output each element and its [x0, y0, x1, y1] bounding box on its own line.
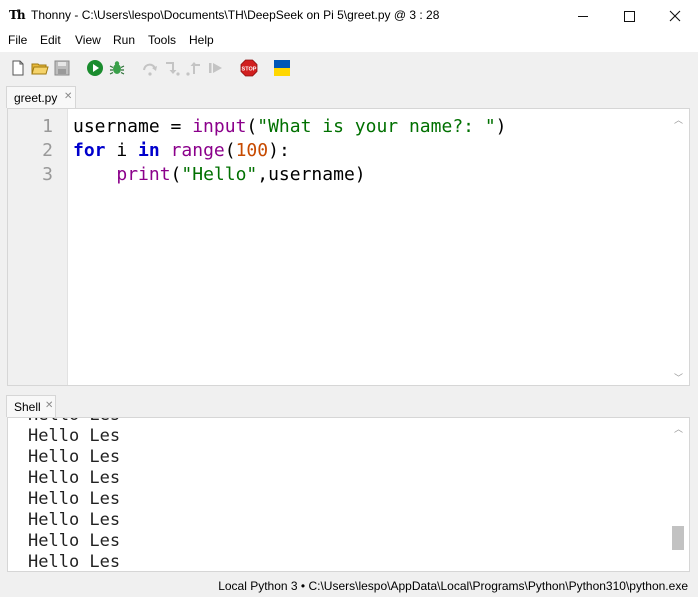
save-icon[interactable] [53, 59, 71, 77]
close-tab-icon[interactable]: ✕ [64, 91, 72, 102]
shell-line: Hello Les [28, 447, 121, 467]
tab-greet-py[interactable]: greet.py ✕ [6, 86, 76, 108]
line-number: 1 [42, 116, 53, 137]
shell-line: Hello Les [28, 418, 120, 425]
stop-icon[interactable]: STOP [240, 59, 258, 77]
resume-icon[interactable] [207, 59, 225, 77]
title-bar: Th Thonny - C:\Users\lespo\Documents\TH\… [0, 0, 698, 32]
code-editor[interactable]: 1 2 3 username = input("What is your nam… [7, 108, 690, 386]
menu-view[interactable]: View [75, 33, 101, 47]
menu-bar: File Edit View Run Tools Help [0, 32, 698, 52]
close-tab-icon[interactable]: ✕ [45, 400, 53, 411]
line-number: 3 [42, 164, 53, 185]
minimize-icon [578, 15, 588, 17]
menu-tools[interactable]: Tools [148, 33, 176, 47]
maximize-button[interactable] [606, 0, 652, 32]
run-icon[interactable] [86, 59, 104, 77]
open-folder-icon[interactable] [31, 59, 49, 77]
tab-shell[interactable]: Shell ✕ [6, 395, 56, 417]
shell-line: Hello Les [28, 531, 121, 551]
shell-line: Hello Les [28, 489, 121, 509]
status-bar: Local Python 3 • C:\Users\lespo\AppData\… [0, 576, 698, 597]
code-line[interactable]: for i in range(100): [73, 140, 290, 161]
step-over-icon[interactable] [141, 59, 159, 77]
tab-label: greet.py [14, 91, 58, 105]
shell-output[interactable]: Hello Les Hello Les Hello Les Hello Les … [7, 417, 690, 572]
shell-line: Hello Les [28, 426, 121, 446]
ukraine-flag-icon[interactable] [273, 59, 291, 77]
shell-line: Hello Les [28, 468, 121, 488]
scrollbar-thumb[interactable] [672, 526, 684, 550]
maximize-icon [623, 10, 635, 22]
window-title: Thonny - C:\Users\lespo\Documents\TH\Dee… [31, 8, 440, 22]
shell-line: Hello Les [28, 552, 121, 572]
stop-label: STOP [242, 67, 257, 73]
interpreter-status[interactable]: Local Python 3 • C:\Users\lespo\AppData\… [218, 579, 688, 593]
scroll-down-icon[interactable]: ﹀ [674, 371, 683, 384]
line-number: 2 [42, 140, 53, 161]
close-button[interactable] [652, 0, 698, 32]
menu-help[interactable]: Help [189, 33, 214, 47]
step-into-icon[interactable] [163, 59, 181, 77]
code-line[interactable]: print("Hello",username) [73, 164, 365, 185]
code-line[interactable]: username = input("What is your name?: ") [73, 116, 507, 137]
tab-label: Shell [14, 400, 41, 414]
toolbar: STOP [0, 52, 698, 84]
minimize-button[interactable] [560, 0, 606, 32]
scroll-up-icon[interactable]: ︿ [674, 422, 683, 435]
close-icon [669, 10, 681, 22]
thonny-logo: Th [9, 8, 26, 22]
scroll-up-icon[interactable]: ︿ [674, 113, 683, 126]
new-file-icon[interactable] [9, 59, 27, 77]
menu-file[interactable]: File [8, 33, 27, 47]
debug-icon[interactable] [108, 59, 126, 77]
shell-line: Hello Les [28, 510, 121, 530]
line-number-gutter: 1 2 3 [8, 109, 68, 385]
menu-edit[interactable]: Edit [40, 33, 61, 47]
menu-run[interactable]: Run [113, 33, 135, 47]
step-out-icon[interactable] [185, 59, 203, 77]
